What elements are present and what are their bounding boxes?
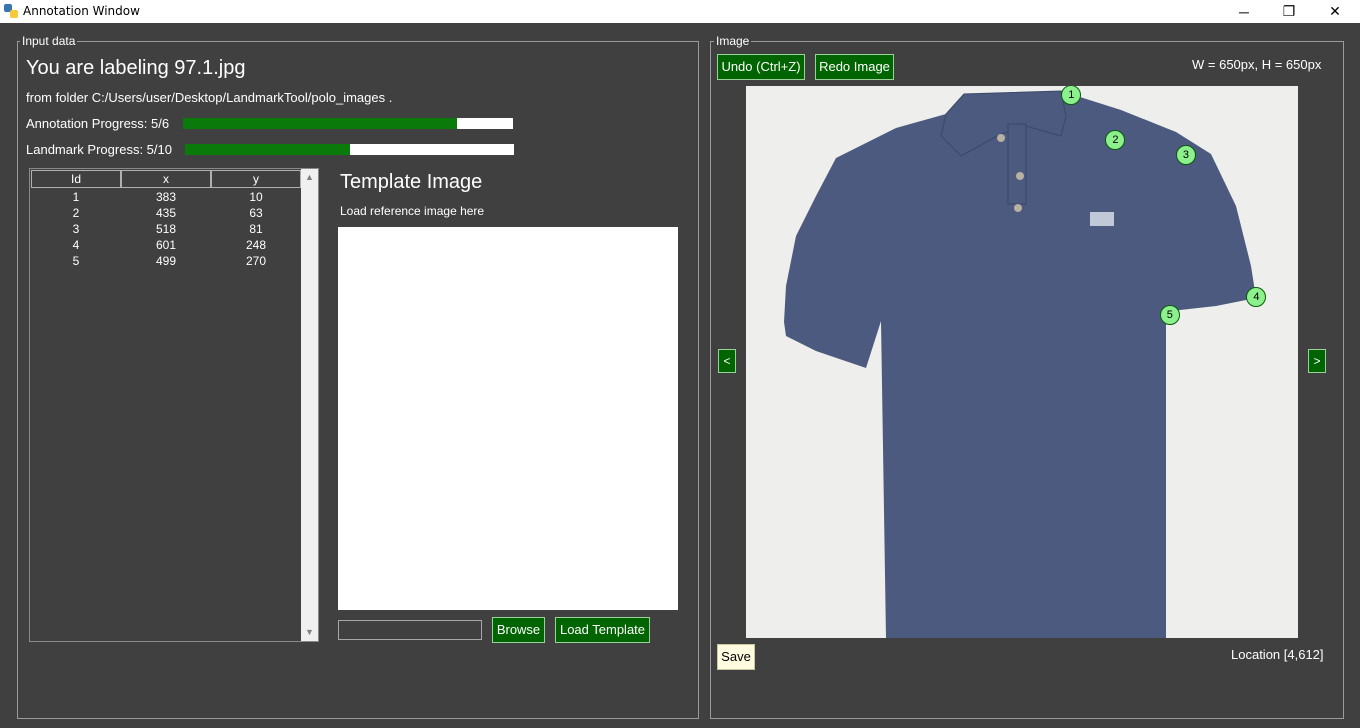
- labeling-title: You are labeling 97.1.jpg: [26, 57, 246, 79]
- landmark-progress-fill: [185, 144, 350, 155]
- restore-button[interactable]: ❐: [1266, 0, 1312, 23]
- input-data-label: Input data: [20, 34, 78, 48]
- template-title: Template Image: [340, 171, 483, 193]
- cell-y: 248: [245, 238, 267, 252]
- table-scrollbar[interactable]: ▲ ▼: [301, 169, 318, 641]
- save-button[interactable]: Save: [717, 644, 755, 670]
- annotation-progress-fill: [183, 118, 457, 129]
- column-header-y[interactable]: y: [211, 170, 301, 188]
- next-image-button[interactable]: >: [1308, 349, 1326, 373]
- cell-id: 3: [72, 222, 80, 236]
- column-header-x[interactable]: x: [121, 170, 211, 188]
- python-app-icon: [4, 4, 18, 18]
- template-path-input[interactable]: [338, 620, 482, 640]
- logo-icon: [1090, 212, 1114, 226]
- table-row[interactable]: 2 435 63: [31, 205, 301, 221]
- close-button[interactable]: ✕: [1312, 0, 1358, 23]
- cell-y: 81: [249, 222, 263, 236]
- cell-x: 499: [155, 254, 177, 268]
- template-image-area: [338, 227, 678, 610]
- table-header: Id x y: [31, 170, 301, 188]
- title-bar: Annotation Window ─ ❐ ✕: [0, 0, 1360, 23]
- scroll-up-icon[interactable]: ▲: [301, 169, 318, 186]
- undo-button[interactable]: Undo (Ctrl+Z): [717, 54, 805, 80]
- landmark-progress-label: Landmark Progress: 5/10: [26, 142, 172, 157]
- button-icon: [1014, 204, 1022, 212]
- image-dimensions-text: W = 650px, H = 650px: [1192, 57, 1322, 72]
- table-row[interactable]: 1 383 10: [31, 189, 301, 205]
- table-row[interactable]: 3 518 81: [31, 221, 301, 237]
- prev-image-button[interactable]: <: [718, 349, 736, 373]
- load-template-button[interactable]: Load Template: [555, 617, 650, 643]
- column-header-id[interactable]: Id: [31, 170, 121, 188]
- button-icon: [997, 134, 1005, 142]
- image-frame-label: Image: [714, 34, 752, 48]
- browse-button[interactable]: Browse: [492, 617, 545, 643]
- landmark-marker-3[interactable]: 3: [1175, 144, 1196, 165]
- cell-x: 518: [155, 222, 177, 236]
- annotation-progress-label: Annotation Progress: 5/6: [26, 116, 170, 131]
- landmark-marker-4[interactable]: 4: [1246, 286, 1267, 307]
- annotation-progress-bar: [183, 118, 513, 129]
- table-row[interactable]: 4 601 248: [31, 237, 301, 253]
- folder-path-text: from folder C:/Users/user/Desktop/Landma…: [26, 90, 393, 105]
- cell-x: 383: [155, 190, 177, 204]
- scroll-down-icon[interactable]: ▼: [301, 624, 318, 641]
- image-canvas[interactable]: 1 2 3 4 5: [746, 86, 1298, 638]
- template-hint: Load reference image here: [340, 204, 485, 218]
- cell-id: 1: [72, 190, 80, 204]
- cell-id: 4: [72, 238, 80, 252]
- table-body: 1 383 10 2 435 63 3 518 81 4 601 248 5 4…: [31, 189, 301, 269]
- landmark-table[interactable]: Id x y 1 383 10 2 435 63 3 518 81 4 601 …: [29, 168, 319, 642]
- shirt-placket: [1007, 123, 1027, 205]
- redo-image-button[interactable]: Redo Image: [815, 54, 894, 80]
- table-row[interactable]: 5 499 270: [31, 253, 301, 269]
- landmark-marker-1[interactable]: 1: [1061, 86, 1082, 105]
- cell-x: 435: [155, 206, 177, 220]
- landmark-marker-2[interactable]: 2: [1105, 129, 1126, 150]
- location-readout: Location [4,612]: [1231, 647, 1324, 662]
- polo-shirt-image: [784, 90, 1256, 638]
- landmark-progress-bar: [185, 144, 514, 155]
- cell-x: 601: [155, 238, 177, 252]
- cell-id: 5: [72, 254, 80, 268]
- landmark-marker-5[interactable]: 5: [1159, 305, 1180, 326]
- window-title: Annotation Window: [23, 4, 140, 18]
- cell-y: 10: [249, 190, 263, 204]
- cell-y: 63: [249, 206, 263, 220]
- minimize-button[interactable]: ─: [1221, 0, 1267, 23]
- cell-y: 270: [245, 254, 267, 268]
- button-icon: [1016, 172, 1024, 180]
- cell-id: 2: [72, 206, 80, 220]
